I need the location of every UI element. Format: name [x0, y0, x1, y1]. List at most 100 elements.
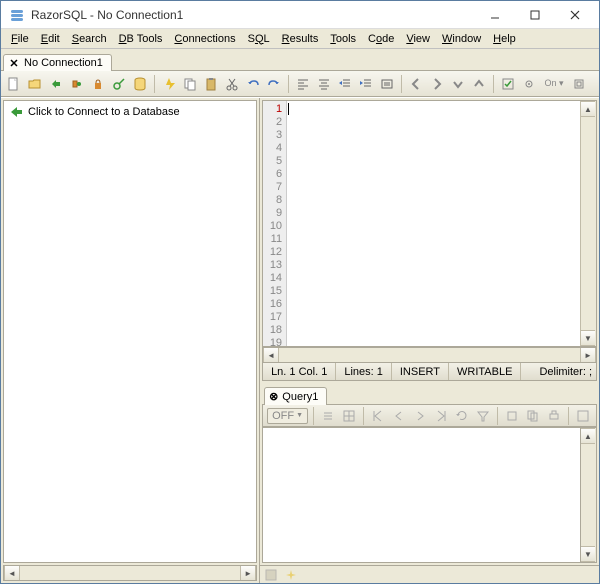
close-button[interactable] [555, 4, 595, 26]
titlebar: RazorSQL - No Connection1 [1, 1, 599, 29]
connect-prompt-label: Click to Connect to a Database [28, 106, 180, 118]
window-buttons [475, 4, 595, 26]
key-button[interactable] [110, 75, 128, 93]
undo-button[interactable] [244, 75, 262, 93]
results-vscrollbar[interactable]: ▲ ▼ [580, 428, 596, 562]
query-last-button[interactable] [432, 407, 450, 425]
navigator-panel: Click to Connect to a Database ◄ ► [1, 98, 260, 583]
query-copy-button[interactable] [524, 407, 542, 425]
query-grid-button[interactable] [340, 407, 358, 425]
bottom-statusbar [260, 565, 599, 583]
menu-file[interactable]: File [5, 31, 35, 47]
indent-button[interactable] [336, 75, 354, 93]
paste-button[interactable] [202, 75, 220, 93]
menu-edit[interactable]: Edit [35, 31, 66, 47]
navigator-tree[interactable]: Click to Connect to a Database [3, 100, 257, 563]
tab-close-icon[interactable]: ✕ [8, 57, 20, 69]
query-off-toggle[interactable]: OFF▼ [267, 408, 308, 424]
open-file-button[interactable] [26, 75, 44, 93]
query-refresh-button[interactable] [453, 407, 471, 425]
menu-view[interactable]: View [400, 31, 436, 47]
query-close-icon[interactable]: ⊗ [269, 390, 278, 403]
align-left-button[interactable] [294, 75, 312, 93]
app-window: RazorSQL - No Connection1 File Edit Sear… [0, 0, 600, 584]
status-lines: Lines: 1 [336, 363, 392, 380]
cut-button[interactable] [223, 75, 241, 93]
window-title: RazorSQL - No Connection1 [31, 8, 475, 22]
query-list-button[interactable] [319, 407, 337, 425]
scroll-up-icon[interactable]: ▲ [581, 101, 595, 117]
menu-tools[interactable]: Tools [324, 31, 362, 47]
query-next-button[interactable] [411, 407, 429, 425]
query-first-button[interactable] [369, 407, 387, 425]
menu-code[interactable]: Code [362, 31, 400, 47]
scroll-right-icon[interactable]: ► [240, 566, 256, 580]
query-toolbar: OFF▼ [262, 405, 597, 427]
menu-window[interactable]: Window [436, 31, 487, 47]
copy-button[interactable] [181, 75, 199, 93]
caret [288, 103, 289, 115]
connect-arrow-icon [8, 104, 24, 120]
comment-button[interactable] [378, 75, 396, 93]
scroll-left-icon[interactable]: ◄ [4, 566, 20, 580]
query-maximize-button[interactable] [574, 407, 592, 425]
results-grid[interactable] [263, 428, 580, 562]
connect-button[interactable] [47, 75, 65, 93]
nav-up-button[interactable] [470, 75, 488, 93]
menu-dbtools[interactable]: DB Tools [113, 31, 169, 47]
line-gutter: 123456789101112131415161718192021 [263, 101, 287, 346]
query-print-button[interactable] [545, 407, 563, 425]
status-delimiter: Delimiter: ; [521, 363, 596, 380]
scroll-down-icon[interactable]: ▼ [581, 546, 595, 562]
editor-panel: 123456789101112131415161718192021 ▲ ▼ ◄ … [260, 98, 599, 583]
outdent-button[interactable] [357, 75, 375, 93]
query-export-button[interactable] [503, 407, 521, 425]
align-center-button[interactable] [315, 75, 333, 93]
disconnect-button[interactable] [68, 75, 86, 93]
status-writable: WRITABLE [449, 363, 521, 380]
editor-statusbar: Ln. 1 Col. 1 Lines: 1 INSERT WRITABLE De… [262, 363, 597, 381]
sql-editor-wrap: 123456789101112131415161718192021 ▲ ▼ ◄ … [262, 100, 597, 381]
menu-help[interactable]: Help [487, 31, 522, 47]
navigator-hscrollbar[interactable]: ◄ ► [3, 565, 257, 581]
connection-tab-label: No Connection1 [24, 57, 103, 69]
minimize-button[interactable] [475, 4, 515, 26]
editor-hscrollbar[interactable]: ◄ ► [262, 347, 597, 363]
nav-forward-button[interactable] [428, 75, 446, 93]
query-filter-button[interactable] [474, 407, 492, 425]
nav-back-button[interactable] [407, 75, 425, 93]
main-toolbar: On ▾ [1, 71, 599, 97]
scroll-down-icon[interactable]: ▼ [581, 330, 595, 346]
redo-button[interactable] [265, 75, 283, 93]
app-icon [9, 7, 25, 23]
on-toggle-button[interactable]: On ▾ [541, 75, 567, 93]
scroll-up-icon[interactable]: ▲ [581, 428, 595, 444]
sql-editor-text[interactable] [287, 101, 580, 346]
status-mode: INSERT [392, 363, 449, 380]
new-file-button[interactable] [5, 75, 23, 93]
menu-results[interactable]: Results [276, 31, 325, 47]
menu-sql[interactable]: SQL [242, 31, 276, 47]
menu-search[interactable]: Search [66, 31, 113, 47]
settings-button[interactable] [520, 75, 538, 93]
database-button[interactable] [131, 75, 149, 93]
query-tab-label: Query1 [282, 391, 318, 403]
sql-editor: 123456789101112131415161718192021 ▲ ▼ [262, 100, 597, 347]
maximize-button[interactable] [515, 4, 555, 26]
scroll-left-icon[interactable]: ◄ [263, 348, 279, 362]
execute-button[interactable] [160, 75, 178, 93]
status-position: Ln. 1 Col. 1 [263, 363, 336, 380]
sparkle-icon [284, 568, 298, 582]
connect-prompt[interactable]: Click to Connect to a Database [4, 101, 256, 123]
menubar: File Edit Search DB Tools Connections SQ… [1, 29, 599, 49]
nav-down-button[interactable] [449, 75, 467, 93]
menu-connections[interactable]: Connections [168, 31, 241, 47]
scroll-right-icon[interactable]: ► [580, 348, 596, 362]
expand-button[interactable] [570, 75, 588, 93]
check-button[interactable] [499, 75, 517, 93]
lock-button[interactable] [89, 75, 107, 93]
editor-vscrollbar[interactable]: ▲ ▼ [580, 101, 596, 346]
query-prev-button[interactable] [390, 407, 408, 425]
connection-tab[interactable]: ✕ No Connection1 [3, 54, 112, 71]
query-tab[interactable]: ⊗ Query1 [264, 387, 327, 405]
